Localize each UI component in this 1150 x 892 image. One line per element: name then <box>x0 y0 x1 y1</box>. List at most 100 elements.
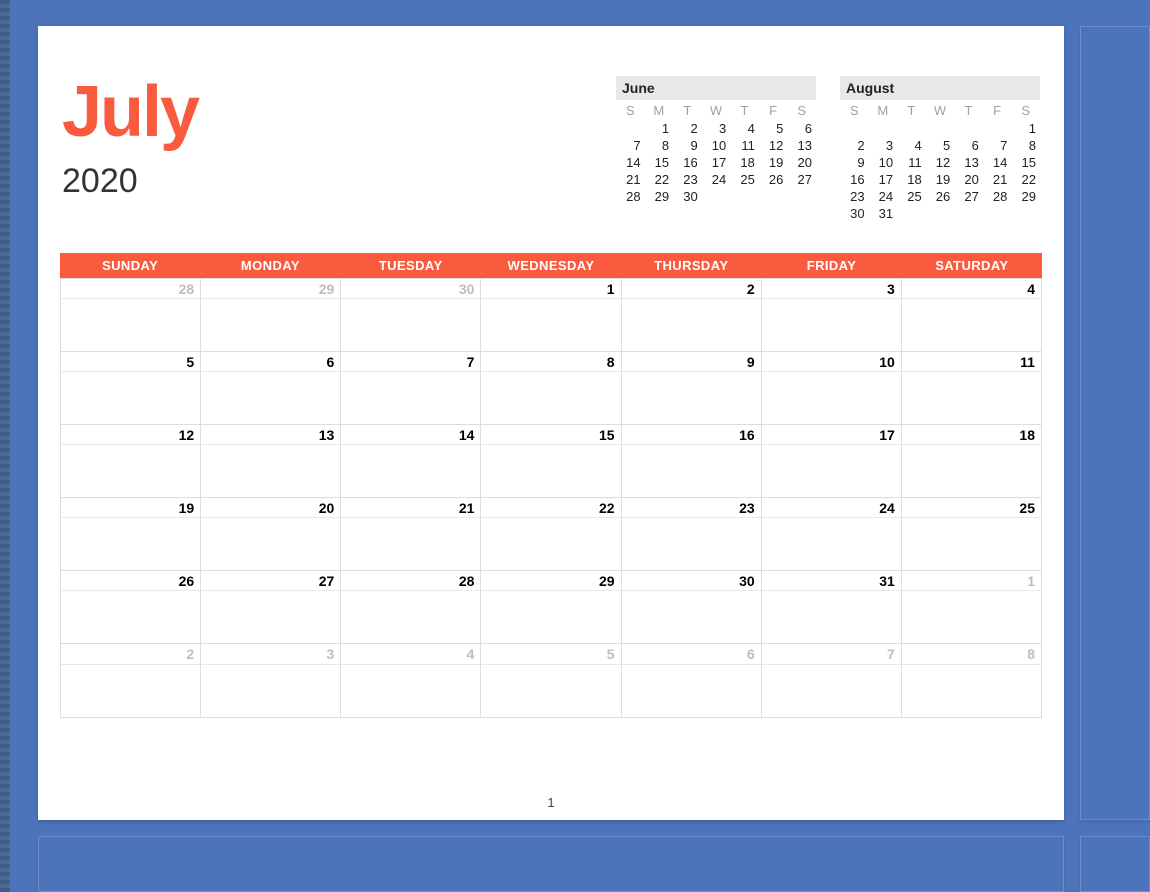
day-number: 16 <box>622 425 761 445</box>
calendar-cell[interactable]: 19 <box>61 498 201 571</box>
mini-day-cell <box>983 121 1012 138</box>
month-title: July <box>62 76 198 148</box>
day-number: 6 <box>201 352 340 372</box>
calendar-cell[interactable]: 3 <box>762 279 902 352</box>
calendar-cell[interactable]: 27 <box>201 571 341 644</box>
mini-day-cell: 19 <box>926 172 955 189</box>
mini-day-cell: 25 <box>897 189 926 206</box>
calendar-cell[interactable]: 10 <box>762 352 902 425</box>
calendar-cell[interactable]: 5 <box>61 352 201 425</box>
calendar-cell[interactable]: 2 <box>622 279 762 352</box>
weekday-header-row: SUNDAYMONDAYTUESDAYWEDNESDAYTHURSDAYFRID… <box>60 253 1042 278</box>
year-title: 2020 <box>62 162 198 201</box>
day-number: 28 <box>61 279 200 299</box>
mini-weekday-header: S <box>1011 100 1040 121</box>
day-number: 23 <box>622 498 761 518</box>
mini-weekday-header: S <box>616 100 645 121</box>
calendar-cell[interactable]: 13 <box>201 425 341 498</box>
mini-day-cell: 4 <box>730 121 759 138</box>
mini-day-cell <box>840 121 869 138</box>
calendar-cell[interactable]: 22 <box>481 498 621 571</box>
calendar-cell[interactable]: 7 <box>341 352 481 425</box>
calendar-cell[interactable]: 15 <box>481 425 621 498</box>
mini-day-cell <box>926 206 955 223</box>
day-number: 1 <box>481 279 620 299</box>
mini-weekday-header: F <box>983 100 1012 121</box>
calendar-page: July 2020 June SMTWTFS 12345678910111213… <box>38 26 1064 820</box>
page-number: 1 <box>38 795 1064 810</box>
calendar-cell[interactable]: 2 <box>61 644 201 717</box>
calendar-cell[interactable]: 20 <box>201 498 341 571</box>
calendar-cell[interactable]: 4 <box>902 279 1042 352</box>
mini-day-cell: 29 <box>1011 189 1040 206</box>
day-number: 1 <box>902 571 1041 591</box>
mini-day-cell: 14 <box>983 155 1012 172</box>
day-number: 26 <box>61 571 200 591</box>
calendar-cell[interactable]: 4 <box>341 644 481 717</box>
calendar-cell[interactable]: 8 <box>481 352 621 425</box>
day-number: 10 <box>762 352 901 372</box>
day-number: 2 <box>622 279 761 299</box>
calendar-cell[interactable]: 16 <box>622 425 762 498</box>
mini-day-cell <box>1011 206 1040 223</box>
day-number: 30 <box>341 279 480 299</box>
mini-day-cell: 15 <box>1011 155 1040 172</box>
day-number: 29 <box>481 571 620 591</box>
mini-day-cell: 5 <box>759 121 788 138</box>
calendar-cell[interactable]: 28 <box>341 571 481 644</box>
mini-day-cell <box>954 206 983 223</box>
calendar-cell[interactable]: 23 <box>622 498 762 571</box>
mini-weekday-header: T <box>954 100 983 121</box>
calendar-cell[interactable]: 28 <box>61 279 201 352</box>
calendar-cell[interactable]: 31 <box>762 571 902 644</box>
mini-weekday-header: W <box>926 100 955 121</box>
day-number: 28 <box>341 571 480 591</box>
mini-day-cell: 7 <box>616 138 645 155</box>
mini-day-cell: 19 <box>759 155 788 172</box>
mini-day-cell <box>954 121 983 138</box>
mini-day-cell: 3 <box>869 138 898 155</box>
calendar-cell[interactable]: 5 <box>481 644 621 717</box>
weekday-header: TUESDAY <box>341 253 481 278</box>
calendar-cell[interactable]: 6 <box>201 352 341 425</box>
day-number: 31 <box>762 571 901 591</box>
day-number: 24 <box>762 498 901 518</box>
calendar-cell[interactable]: 3 <box>201 644 341 717</box>
mini-day-cell: 13 <box>954 155 983 172</box>
calendar-cell[interactable]: 14 <box>341 425 481 498</box>
calendar-cell[interactable]: 21 <box>341 498 481 571</box>
mini-day-cell: 9 <box>840 155 869 172</box>
calendar-cell[interactable]: 11 <box>902 352 1042 425</box>
calendar-cell[interactable]: 29 <box>201 279 341 352</box>
day-number: 5 <box>61 352 200 372</box>
calendar-cell[interactable]: 1 <box>481 279 621 352</box>
day-number: 8 <box>902 644 1041 664</box>
calendar-cell[interactable]: 26 <box>61 571 201 644</box>
calendar-cell[interactable]: 9 <box>622 352 762 425</box>
day-number: 27 <box>201 571 340 591</box>
calendar-cell[interactable]: 30 <box>341 279 481 352</box>
calendar-cell[interactable]: 12 <box>61 425 201 498</box>
weekday-header: SATURDAY <box>902 253 1042 278</box>
day-number: 3 <box>762 279 901 299</box>
calendar-cell[interactable]: 6 <box>622 644 762 717</box>
calendar-cell[interactable]: 18 <box>902 425 1042 498</box>
calendar-cell[interactable]: 1 <box>902 571 1042 644</box>
mini-day-cell: 9 <box>673 138 702 155</box>
calendar-cell[interactable]: 25 <box>902 498 1042 571</box>
calendar-cell[interactable]: 29 <box>481 571 621 644</box>
mini-day-cell <box>759 189 788 206</box>
weekday-header: WEDNESDAY <box>481 253 621 278</box>
calendar-cell[interactable]: 17 <box>762 425 902 498</box>
mini-day-cell: 5 <box>926 138 955 155</box>
mini-weekday-header: T <box>897 100 926 121</box>
mini-day-cell: 1 <box>645 121 674 138</box>
calendar-cell[interactable]: 8 <box>902 644 1042 717</box>
day-number: 12 <box>61 425 200 445</box>
calendar-cell[interactable]: 30 <box>622 571 762 644</box>
calendar-cell[interactable]: 24 <box>762 498 902 571</box>
main-calendar: SUNDAYMONDAYTUESDAYWEDNESDAYTHURSDAYFRID… <box>60 253 1042 718</box>
calendar-cell[interactable]: 7 <box>762 644 902 717</box>
mini-calendar-prev: June SMTWTFS 123456789101112131415161718… <box>616 76 816 223</box>
mini-day-cell <box>897 121 926 138</box>
